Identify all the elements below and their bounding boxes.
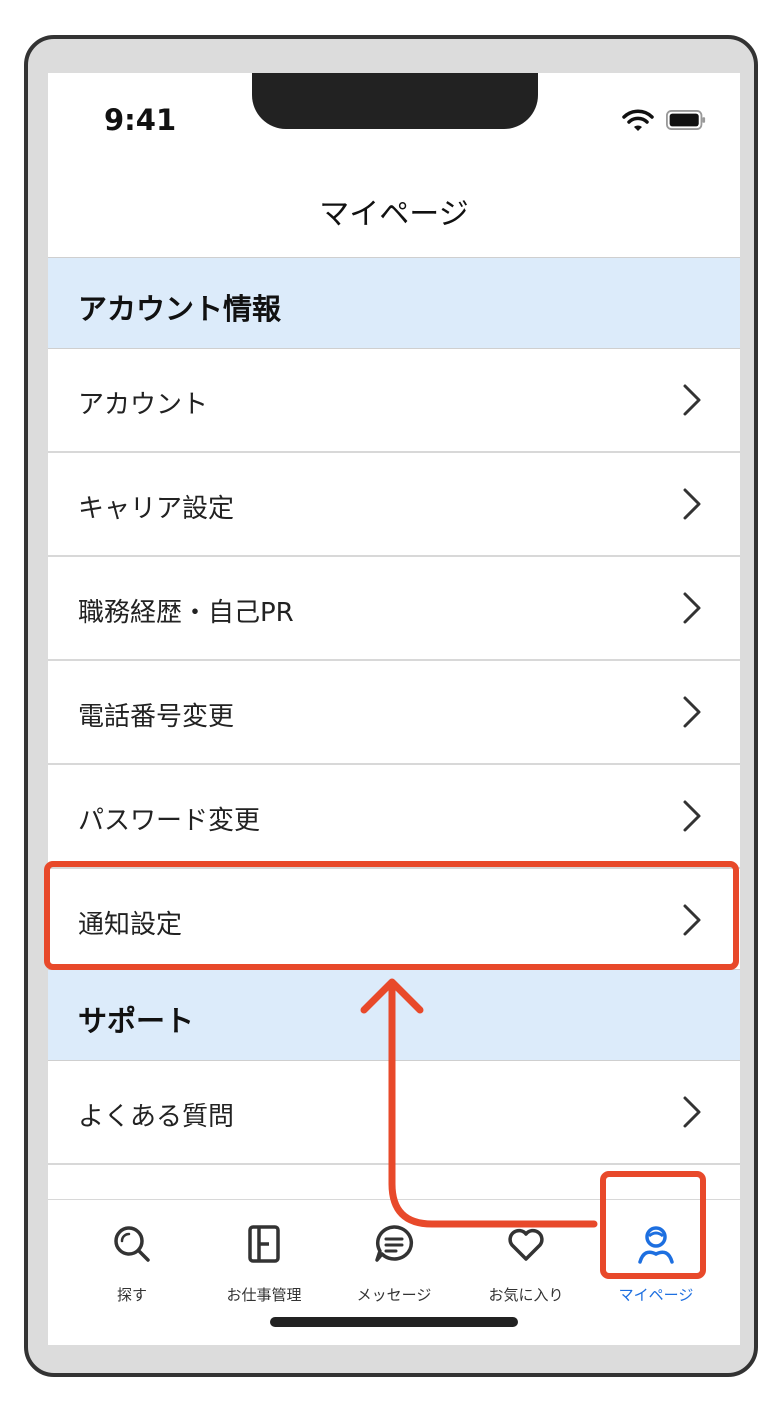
menu-item-faq[interactable]: よくある質問 <box>48 1061 740 1165</box>
menu-item-label: キャリア設定 <box>78 494 235 524</box>
menu-item-notification-settings[interactable]: 通知設定 <box>48 869 740 973</box>
tab-message[interactable]: メッセージ <box>344 1200 444 1310</box>
menu-item-password-change[interactable]: パスワード変更 <box>48 765 740 869</box>
tab-label: 探す <box>116 1286 147 1304</box>
chevron-right-icon <box>683 1096 701 1128</box>
section-header-support: サポート <box>48 969 740 1061</box>
battery-icon <box>666 110 706 130</box>
tab-label: お気に入り <box>488 1286 564 1304</box>
section-title: アカウント情報 <box>78 292 282 326</box>
search-icon <box>114 1226 150 1262</box>
tab-label: マイページ <box>618 1286 694 1304</box>
menu-item-label: 職務経歴・自己PR <box>78 598 294 628</box>
menu-item-label: 電話番号変更 <box>78 702 235 732</box>
person-icon <box>638 1226 674 1264</box>
chevron-right-icon <box>683 904 701 936</box>
home-indicator <box>270 1317 518 1327</box>
message-icon <box>375 1225 414 1262</box>
menu-item-label: パスワード変更 <box>78 806 261 836</box>
heart-icon <box>508 1228 544 1261</box>
phone-screen: 9:41 マイページ アカウント情報 アカウント キャリア設定 職務経歴・自己P… <box>48 73 740 1345</box>
page-title: マイページ <box>319 197 469 232</box>
chevron-right-icon <box>683 384 701 416</box>
tab-label: メッセージ <box>356 1286 432 1304</box>
chevron-right-icon <box>683 488 701 520</box>
job-manage-icon <box>248 1225 280 1263</box>
menu-item-phone-change[interactable]: 電話番号変更 <box>48 661 740 765</box>
chevron-right-icon <box>683 800 701 832</box>
chevron-right-icon <box>683 696 701 728</box>
menu-item-label: アカウント <box>78 390 209 420</box>
tab-favorites[interactable]: お気に入り <box>476 1200 576 1310</box>
tab-label: お仕事管理 <box>226 1286 302 1304</box>
section-title: サポート <box>78 1004 195 1038</box>
chevron-right-icon <box>683 592 701 624</box>
menu-item-account[interactable]: アカウント <box>48 349 740 453</box>
menu-item-work-history[interactable]: 職務経歴・自己PR <box>48 557 740 661</box>
menu-item-label: 通知設定 <box>78 910 183 940</box>
tab-job-manage[interactable]: お仕事管理 <box>214 1200 314 1310</box>
menu-item-label: よくある質問 <box>78 1102 235 1132</box>
wifi-icon <box>622 109 654 131</box>
section-header-account: アカウント情報 <box>48 257 740 349</box>
menu-item-career-settings[interactable]: キャリア設定 <box>48 453 740 557</box>
status-time: 9:41 <box>104 103 177 137</box>
notch <box>252 73 538 129</box>
tab-search[interactable]: 探す <box>82 1200 182 1310</box>
phone-frame: 9:41 マイページ アカウント情報 アカウント キャリア設定 職務経歴・自己P… <box>24 35 758 1377</box>
tab-mypage[interactable]: マイページ <box>606 1200 706 1310</box>
